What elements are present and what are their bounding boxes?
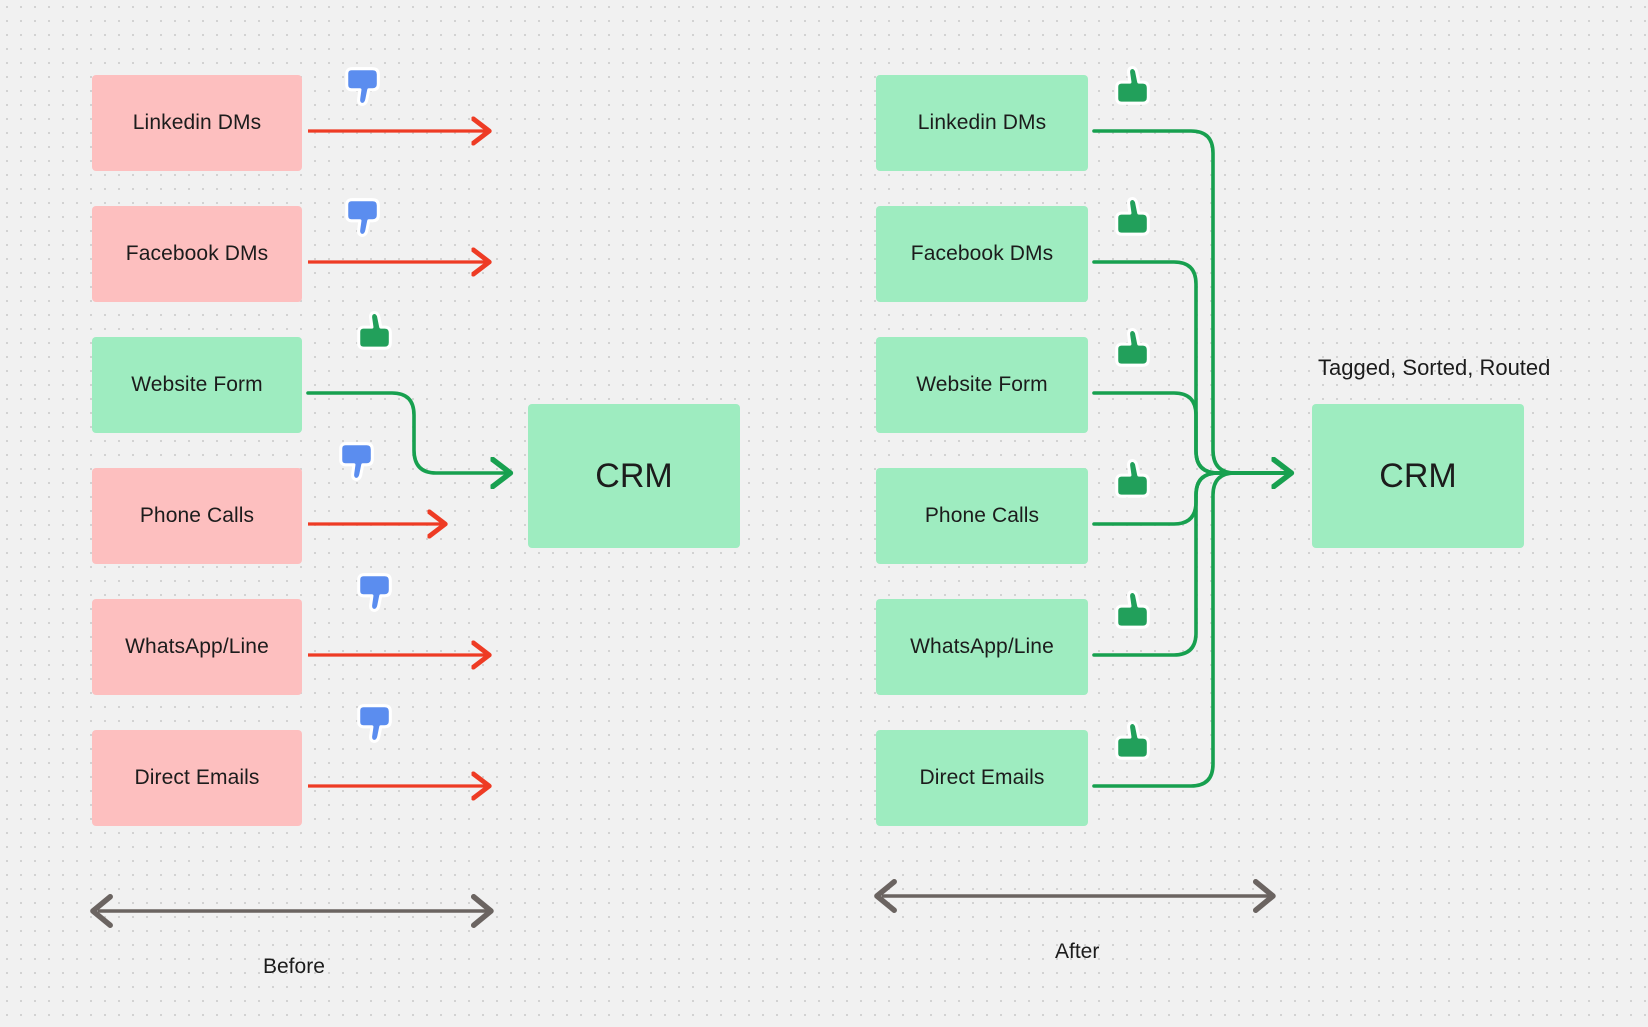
thumbs-down-icon bbox=[357, 704, 392, 743]
thumbs-up-icon bbox=[1115, 589, 1150, 629]
node-label: Linkedin DMs bbox=[917, 111, 1047, 134]
node-label: Direct Emails bbox=[134, 766, 260, 789]
thumbs-up-icon bbox=[1115, 196, 1150, 236]
before-caption: Before bbox=[263, 955, 325, 978]
node-label: Facebook DMs bbox=[910, 242, 1054, 265]
thumbs-down-icon bbox=[339, 442, 374, 481]
thumbs-up-icon bbox=[357, 310, 392, 350]
node-label: Phone Calls bbox=[924, 504, 1040, 527]
after-crm-box[interactable]: CRM bbox=[1312, 404, 1524, 548]
thumbs-up-icon bbox=[1115, 458, 1150, 498]
node-label: Facebook DMs bbox=[125, 242, 269, 265]
after-connector-linkedin-dms bbox=[1092, 129, 1288, 475]
after-node-phone-calls[interactable]: Phone Calls bbox=[876, 468, 1088, 564]
after-node-linkedin-dms[interactable]: Linkedin DMs bbox=[876, 75, 1088, 171]
node-label: Linkedin DMs bbox=[132, 111, 262, 134]
before-node-direct-emails[interactable]: Direct Emails bbox=[92, 730, 302, 826]
thumbs-up-icon bbox=[1115, 720, 1150, 760]
before-node-linkedin-dms[interactable]: Linkedin DMs bbox=[92, 75, 302, 171]
before-node-phone-calls[interactable]: Phone Calls bbox=[92, 468, 302, 564]
before-node-website-form[interactable]: Website Form bbox=[92, 337, 302, 433]
after-node-facebook-dms[interactable]: Facebook DMs bbox=[876, 206, 1088, 302]
before-crm-box[interactable]: CRM bbox=[528, 404, 740, 548]
diagram-canvas: Linkedin DMs Facebook DMs Website Form P… bbox=[0, 0, 1648, 1027]
after-node-website-form[interactable]: Website Form bbox=[876, 337, 1088, 433]
tagged-sorted-routed-label: Tagged, Sorted, Routed bbox=[1318, 355, 1551, 380]
after-node-direct-emails[interactable]: Direct Emails bbox=[876, 730, 1088, 826]
crm-label: CRM bbox=[595, 456, 673, 495]
node-label: WhatsApp/Line bbox=[910, 635, 1054, 658]
before-node-facebook-dms[interactable]: Facebook DMs bbox=[92, 206, 302, 302]
node-label: Website Form bbox=[916, 373, 1048, 396]
thumbs-down-icon bbox=[345, 198, 380, 237]
crm-label: CRM bbox=[1379, 456, 1457, 495]
thumbs-up-icon bbox=[1115, 65, 1150, 105]
before-node-whatsapp-line[interactable]: WhatsApp/Line bbox=[92, 599, 302, 695]
after-caption: After bbox=[1055, 940, 1100, 963]
thumbs-up-icon bbox=[1115, 327, 1150, 367]
thumbs-down-icon bbox=[345, 67, 380, 106]
node-label: WhatsApp/Line bbox=[125, 635, 269, 658]
node-label: Phone Calls bbox=[139, 504, 255, 527]
thumbs-down-icon bbox=[357, 573, 392, 612]
node-label: Website Form bbox=[131, 373, 263, 396]
node-label: Direct Emails bbox=[919, 766, 1045, 789]
after-node-whatsapp-line[interactable]: WhatsApp/Line bbox=[876, 599, 1088, 695]
